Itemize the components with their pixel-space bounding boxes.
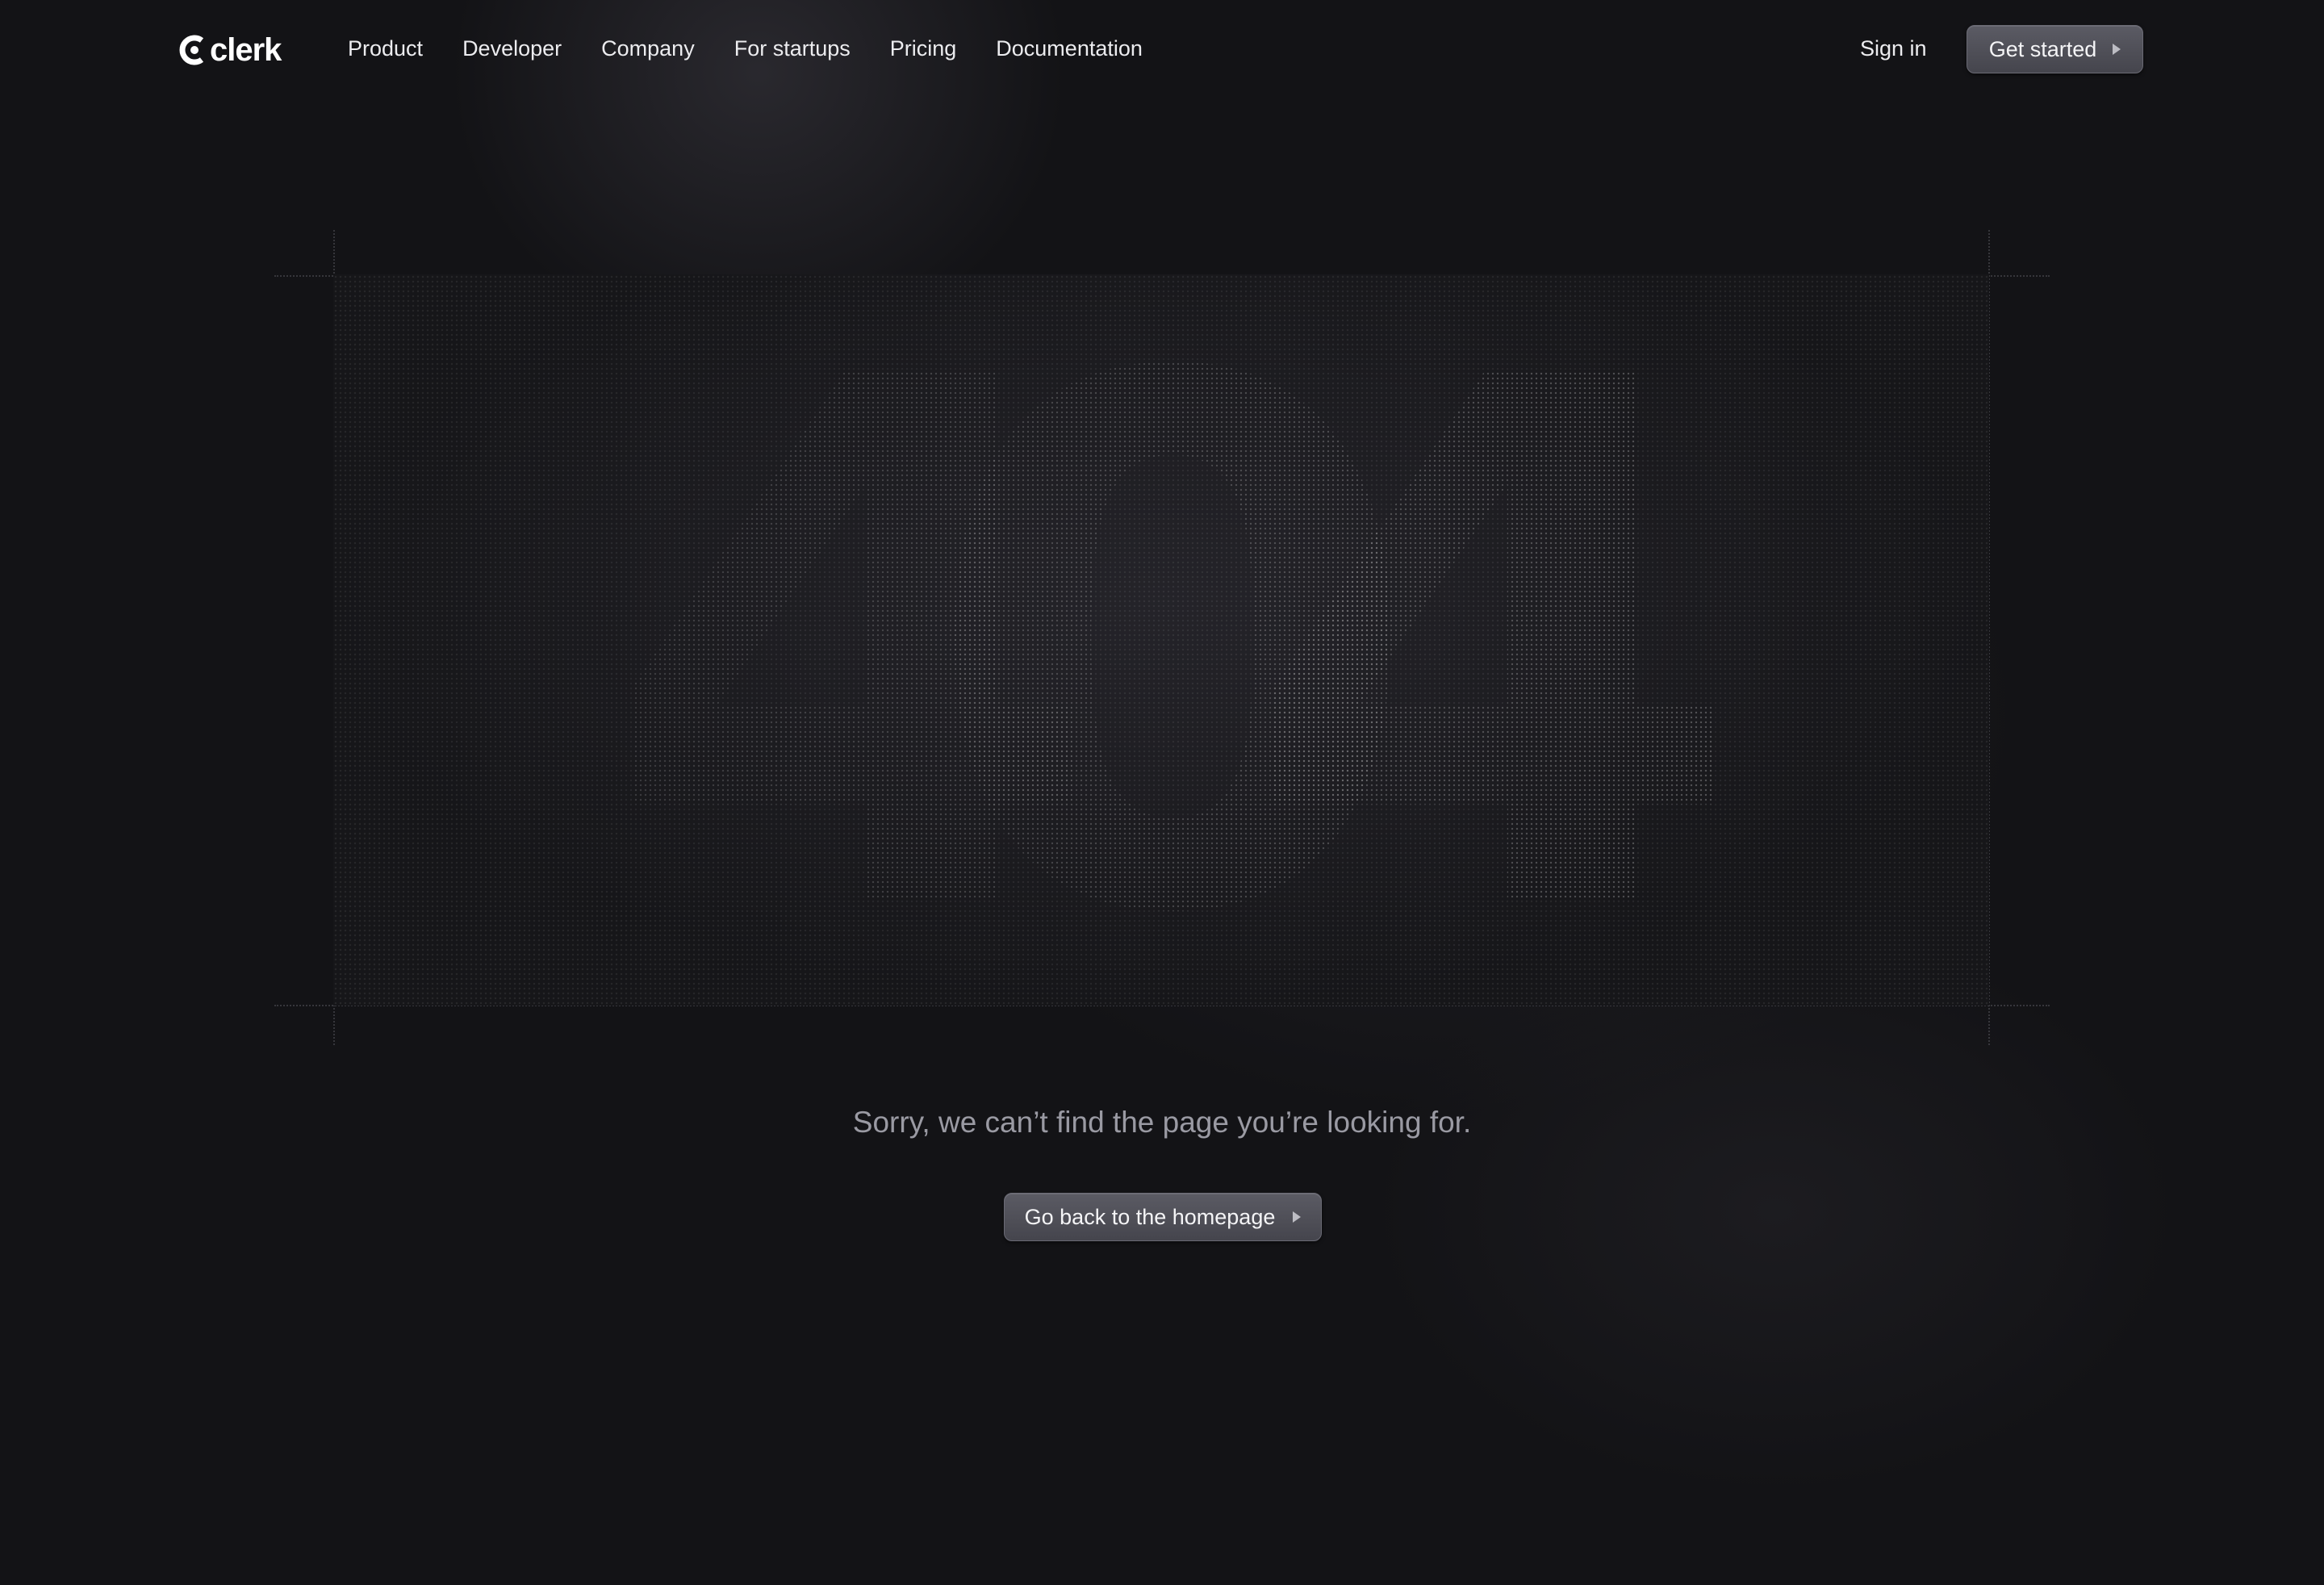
nav-item-documentation[interactable]: Documentation (996, 32, 1143, 65)
main-nav: Product Developer Company For startups P… (348, 32, 1143, 65)
background-glow-bottom (1372, 928, 2179, 1493)
brand-logo-link[interactable]: clerk (179, 31, 282, 69)
clerk-logo-icon (179, 35, 204, 65)
sign-in-link[interactable]: Sign in (1860, 32, 1927, 65)
play-arrow-icon (1293, 1211, 1302, 1223)
nav-item-company[interactable]: Company (601, 32, 695, 65)
error-code-text: 404 (600, 274, 1745, 1006)
get-started-label: Get started (1988, 36, 2097, 61)
get-started-button[interactable]: Get started (1967, 25, 2143, 73)
site-header: clerk Product Developer Company For star… (0, 0, 2324, 98)
brand-name: clerk (210, 32, 282, 68)
nav-item-for-startups[interactable]: For startups (734, 32, 851, 65)
error-message: Sorry, we can’t find the page you’re loo… (852, 1106, 1472, 1139)
go-home-button[interactable]: Go back to the homepage (1004, 1193, 1322, 1241)
nav-item-pricing[interactable]: Pricing (890, 32, 957, 65)
error-code-graphic: 404 (600, 274, 1745, 1006)
play-arrow-icon (2113, 44, 2121, 55)
nav-item-product[interactable]: Product (348, 32, 423, 65)
error-code-hero: 404 (333, 274, 1989, 1006)
nav-item-developer[interactable]: Developer (462, 32, 562, 65)
go-home-label: Go back to the homepage (1024, 1204, 1276, 1229)
